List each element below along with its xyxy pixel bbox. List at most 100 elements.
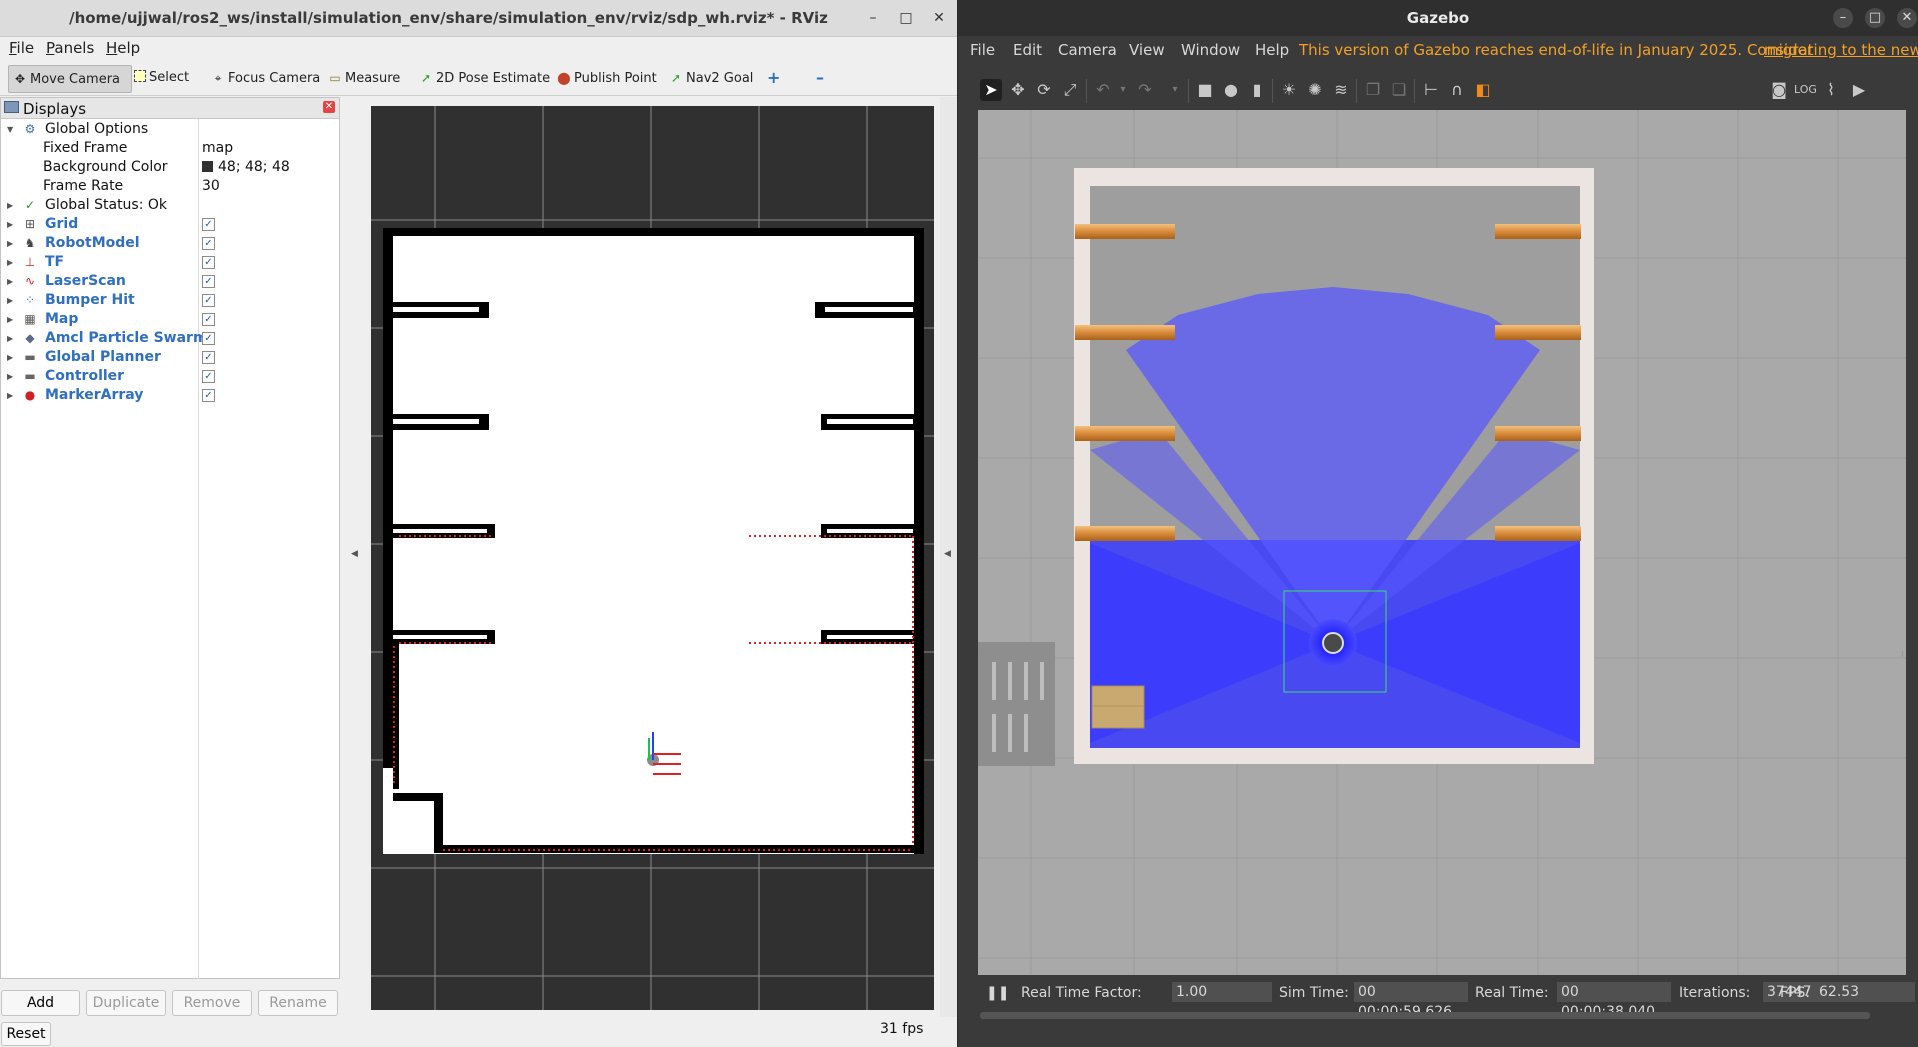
rviz-3d-viewport[interactable] <box>371 106 934 1010</box>
fixed-frame-value[interactable]: map <box>202 139 233 158</box>
undo-icon[interactable]: ↶ <box>1092 79 1114 101</box>
display-item-map[interactable]: ▶ ▦ Map ✓ <box>1 310 339 329</box>
copy-icon[interactable]: ❐ <box>1362 79 1384 101</box>
log-icon[interactable]: LOG <box>1794 79 1817 101</box>
display-checkbox[interactable]: ✓ <box>202 218 215 231</box>
align-icon[interactable]: ⊢ <box>1420 79 1442 101</box>
horizontal-scrollbar[interactable] <box>980 1012 1870 1019</box>
display-item-robotmodel[interactable]: ▶ ♞ RobotModel ✓ <box>1 234 339 253</box>
display-checkbox[interactable]: ✓ <box>202 370 215 383</box>
fps-value: 62.53 <box>1815 982 1915 1002</box>
pose-estimate-button[interactable]: ➚ 2D Pose Estimate <box>415 65 550 91</box>
background-color-value[interactable]: 48; 48; 48 <box>202 158 290 177</box>
add-tool-icon[interactable]: + <box>763 65 780 91</box>
translate-icon[interactable]: ✥ <box>1007 79 1029 101</box>
left-panel-grip-icon[interactable]: ⁝ <box>978 650 981 660</box>
pause-icon[interactable]: ❚❚ <box>986 985 1009 1001</box>
display-item-controller[interactable]: ▶ ▬ Controller ✓ <box>1 367 339 386</box>
display-item-laserscan[interactable]: ▶ ∿ LaserScan ✓ <box>1 272 339 291</box>
menu-help[interactable]: Help <box>106 39 140 57</box>
plot-icon[interactable]: ⌇ <box>1820 79 1842 101</box>
select-button[interactable]: Select <box>130 65 189 91</box>
cylinder-shape-icon[interactable]: ▮ <box>1246 79 1268 101</box>
measure-button[interactable]: ▭ Measure <box>324 65 400 91</box>
display-checkbox[interactable]: ✓ <box>202 294 215 307</box>
display-item-label: MarkerArray <box>45 387 144 403</box>
display-item-amcl-particle-swarm[interactable]: ▶ ◆ Amcl Particle Swarm ✓ <box>1 329 339 348</box>
right-panel-grip-icon[interactable]: ⁝ <box>1901 650 1904 660</box>
rename-button[interactable]: Rename <box>258 990 338 1016</box>
display-checkbox[interactable]: ✓ <box>202 237 215 250</box>
reset-button[interactable]: Reset <box>1 1022 51 1046</box>
global-status-row[interactable]: ▶ ✓ Global Status: Ok <box>1 196 339 215</box>
viewport-splitter[interactable]: ◀ <box>940 97 957 1017</box>
display-checkbox[interactable]: ✓ <box>202 275 215 288</box>
display-item-tf[interactable]: ▶ ⊥ TF ✓ <box>1 253 339 272</box>
paste-icon[interactable]: ❏ <box>1388 79 1410 101</box>
global-status-label: Global Status: Ok <box>45 197 168 213</box>
frame-rate-value[interactable]: 30 <box>202 177 220 196</box>
directional-light-icon[interactable]: ≋ <box>1330 79 1352 101</box>
publish-point-button[interactable]: ⬤ Publish Point <box>553 65 656 91</box>
display-item-label: Global Planner <box>45 349 161 365</box>
display-item-bumper-hit[interactable]: ▶ ⁘ Bumper Hit ✓ <box>1 291 339 310</box>
minimize-icon[interactable]: – <box>863 8 883 28</box>
rotate-icon[interactable]: ⟳ <box>1033 79 1055 101</box>
menu-camera[interactable]: Camera <box>1058 41 1117 59</box>
frame-rate-row[interactable]: Frame Rate 30 <box>1 177 339 196</box>
display-item-markerarray[interactable]: ▶ ● MarkerArray ✓ <box>1 386 339 405</box>
redo-icon[interactable]: ↷ <box>1134 79 1156 101</box>
spot-light-icon[interactable]: ✺ <box>1304 79 1326 101</box>
maximize-icon[interactable]: □ <box>896 8 916 28</box>
menu-edit[interactable]: Edit <box>1013 41 1042 59</box>
menu-panels[interactable]: Panels <box>46 39 94 57</box>
display-item-grid[interactable]: ▶ ⊞ Grid ✓ <box>1 215 339 234</box>
focus-camera-button[interactable]: ⌖ Focus Camera <box>207 65 321 91</box>
background-color-row[interactable]: Background Color 48; 48; 48 <box>1 158 339 177</box>
display-checkbox[interactable]: ✓ <box>202 389 215 402</box>
panel-splitter[interactable]: ◀ <box>345 97 369 980</box>
menu-help[interactable]: Help <box>1255 41 1289 59</box>
display-checkbox[interactable]: ✓ <box>202 256 215 269</box>
collapsed-arrow-icon: ▶ <box>7 315 14 324</box>
change-view-icon[interactable]: ◧ <box>1472 79 1494 101</box>
menu-file[interactable]: File <box>9 39 34 57</box>
checkmark-icon: ✓ <box>24 198 36 212</box>
maximize-icon[interactable]: □ <box>1865 8 1885 28</box>
display-checkbox[interactable]: ✓ <box>202 332 215 345</box>
add-button[interactable]: Add <box>1 990 80 1016</box>
box-shape-icon[interactable]: ■ <box>1194 79 1216 101</box>
collapsed-arrow-icon: ▶ <box>7 334 14 343</box>
fixed-frame-row[interactable]: Fixed Frame map <box>1 139 339 158</box>
snap-icon[interactable]: ∩ <box>1446 79 1468 101</box>
point-light-icon[interactable]: ☀ <box>1278 79 1300 101</box>
close-icon[interactable]: ✕ <box>929 8 949 28</box>
select-mode-icon[interactable]: ➤ <box>980 79 1002 101</box>
redo-dropdown-icon[interactable]: ▾ <box>1164 79 1186 101</box>
close-icon[interactable]: ✕ <box>1897 8 1917 28</box>
move-camera-button[interactable]: ✥ Move Camera <box>8 65 132 93</box>
remove-button[interactable]: Remove <box>172 990 252 1016</box>
migration-link[interactable]: migrating to the new G <box>1764 41 1918 59</box>
minimize-icon[interactable]: – <box>1833 8 1853 28</box>
sphere-shape-icon[interactable]: ● <box>1220 79 1242 101</box>
nav2-goal-button[interactable]: ➚ Nav2 Goal <box>665 65 753 91</box>
screenshot-icon[interactable]: ◙ <box>1768 79 1790 101</box>
scale-icon[interactable]: ⤢ <box>1059 79 1081 101</box>
remove-tool-icon[interactable]: – <box>812 65 824 91</box>
duplicate-button[interactable]: Duplicate <box>86 990 166 1016</box>
display-item-global-planner[interactable]: ▶ ▬ Global Planner ✓ <box>1 348 339 367</box>
ruler-icon: ▭ <box>329 71 341 85</box>
gazebo-toolbar: ➤ ✥ ⟳ ⤢ ↶ ▾ ↷ ▾ ■ ● ▮ ☀ ✺ ≋ ❐ ❏ ⊢ ∩ ◧ ◙ … <box>978 71 1906 109</box>
menu-window[interactable]: Window <box>1181 41 1240 59</box>
undo-dropdown-icon[interactable]: ▾ <box>1112 79 1134 101</box>
global-options-row[interactable]: ▼ ⚙ Global Options <box>1 120 339 139</box>
video-record-icon[interactable]: ▶ <box>1848 79 1870 101</box>
menu-file[interactable]: File <box>970 41 995 59</box>
display-checkbox[interactable]: ✓ <box>202 351 215 364</box>
gazebo-window: Gazebo – □ ✕ File Edit Camera View Windo… <box>958 0 1918 1047</box>
menu-view[interactable]: View <box>1129 41 1165 59</box>
gazebo-3d-scene[interactable]: ⁝ ⁝ <box>978 110 1906 975</box>
close-panel-icon[interactable]: ✕ <box>323 101 335 113</box>
display-checkbox[interactable]: ✓ <box>202 313 215 326</box>
